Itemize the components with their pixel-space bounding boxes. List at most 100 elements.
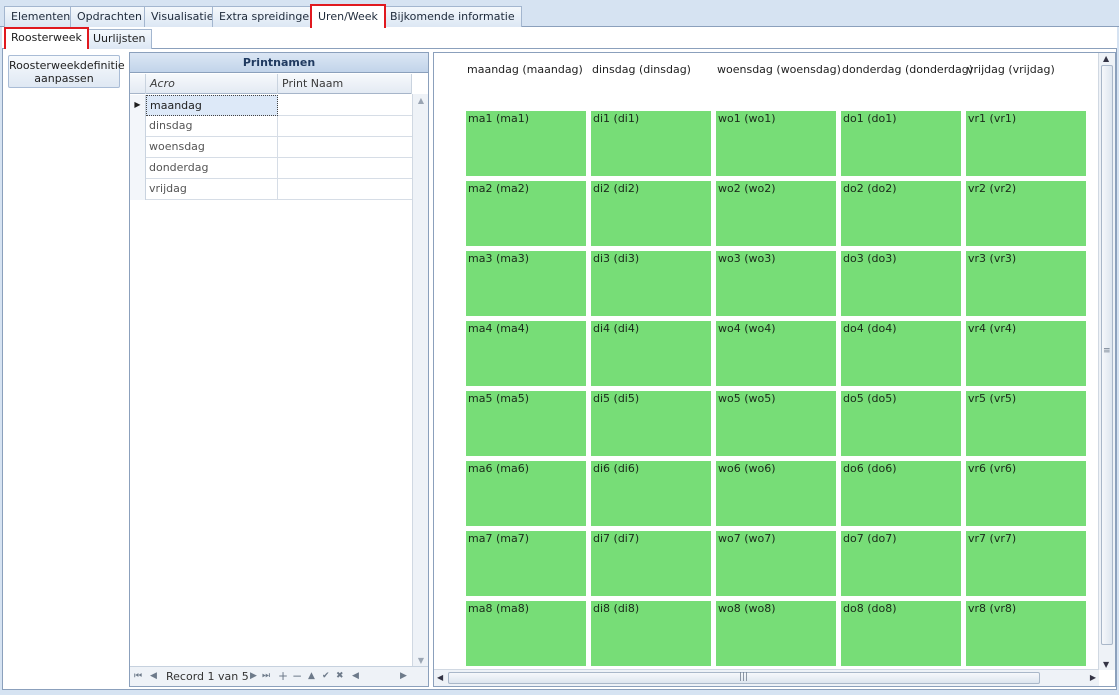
schedule-slot[interactable]: wo1 (wo1) [716, 111, 836, 176]
tab-visualisatie[interactable]: Visualisatie [144, 6, 221, 27]
schedule-slot[interactable]: ma6 (ma6) [466, 461, 586, 526]
grid-header: Acro Print Naam [130, 74, 412, 94]
day-header-vrijdag: vrijdag (vrijdag) [967, 63, 1055, 76]
schedule-slot[interactable]: vr3 (vr3) [966, 251, 1086, 316]
day-header-woensdag: woensdag (woensdag) [717, 63, 841, 76]
scroll-left-icon[interactable]: ◀ [437, 673, 443, 682]
schedule-slot[interactable]: wo4 (wo4) [716, 321, 836, 386]
cell-print-naam[interactable] [278, 158, 412, 179]
schedule-slot[interactable]: vr2 (vr2) [966, 181, 1086, 246]
cell-print-naam[interactable] [278, 179, 412, 200]
table-row[interactable]: vrijdag [130, 179, 412, 200]
table-row[interactable]: dinsdag [130, 116, 412, 137]
cell-print-naam[interactable] [278, 137, 412, 158]
table-row[interactable]: woensdag [130, 137, 412, 158]
tab-uurlijsten[interactable]: Uurlijsten [87, 29, 152, 49]
day-header-dinsdag: dinsdag (dinsdag) [592, 63, 691, 76]
scroll-right-icon[interactable]: ▶ [400, 667, 407, 686]
schedule-slot[interactable]: vr5 (vr5) [966, 391, 1086, 456]
save-record-icon[interactable]: ✔ [322, 667, 330, 686]
schedule-slot[interactable]: wo8 (wo8) [716, 601, 836, 666]
schedule-slot[interactable]: ma4 (ma4) [466, 321, 586, 386]
schedule-slot[interactable]: di5 (di5) [591, 391, 711, 456]
schedule-slot[interactable]: wo3 (wo3) [716, 251, 836, 316]
schedule-horizontal-scrollbar[interactable]: ◀ ||| ▶ [434, 669, 1099, 686]
schedule-slot[interactable]: wo2 (wo2) [716, 181, 836, 246]
schedule-slot[interactable]: di3 (di3) [591, 251, 711, 316]
cell-print-naam[interactable] [278, 116, 412, 137]
main-tab-bar: Elementen Opdrachten Visualisatie Extra … [0, 0, 1119, 28]
schedule-slot[interactable]: vr1 (vr1) [966, 111, 1086, 176]
scroll-left-icon[interactable]: ◀ [352, 667, 359, 686]
scroll-down-icon[interactable]: ▼ [1103, 660, 1109, 669]
last-record-icon[interactable]: ⏭ [262, 667, 270, 686]
cell-acro[interactable]: donderdag [146, 158, 278, 179]
row-indicator [130, 116, 146, 137]
day-header-maandag: maandag (maandag) [467, 63, 583, 76]
schedule-slot[interactable]: do5 (do5) [841, 391, 961, 456]
tab-extra-spreidingen[interactable]: Extra spreidingen [212, 6, 324, 27]
column-header-acro[interactable]: Acro [146, 74, 278, 94]
tab-bijkomende-informatie[interactable]: Bijkomende informatie [383, 6, 522, 27]
cell-print-naam[interactable] [278, 95, 412, 116]
schedule-slot[interactable]: vr8 (vr8) [966, 601, 1086, 666]
delete-record-icon[interactable]: − [292, 667, 302, 686]
schedule-slot[interactable]: di4 (di4) [591, 321, 711, 386]
cell-acro[interactable]: dinsdag [146, 116, 278, 137]
schedule-slot[interactable]: di2 (di2) [591, 181, 711, 246]
grid-vertical-scrollbar[interactable]: ▲ ▼ [412, 94, 428, 668]
edit-roosterweek-definition-button[interactable]: Roosterweekdefinitie aanpassen [8, 55, 125, 88]
cancel-edit-icon[interactable]: ✖ [336, 667, 344, 686]
row-indicator [130, 158, 146, 179]
schedule-slot[interactable]: do3 (do3) [841, 251, 961, 316]
scroll-right-icon[interactable]: ▶ [1090, 673, 1096, 682]
horizontal-scroll-thumb[interactable]: ||| [448, 672, 1040, 684]
tab-roosterweek[interactable]: Roosterweek [4, 27, 89, 49]
cell-acro[interactable]: maandag [146, 95, 278, 116]
table-row[interactable]: ▶ maandag [130, 95, 412, 116]
schedule-slot[interactable]: wo5 (wo5) [716, 391, 836, 456]
schedule-slot[interactable]: do8 (do8) [841, 601, 961, 666]
schedule-slot[interactable]: di8 (di8) [591, 601, 711, 666]
schedule-slot[interactable]: ma1 (ma1) [466, 111, 586, 176]
schedule-slot[interactable]: do2 (do2) [841, 181, 961, 246]
schedule-slot[interactable]: ma5 (ma5) [466, 391, 586, 456]
schedule-slot[interactable]: ma7 (ma7) [466, 531, 586, 596]
sub-tab-bar: Roosterweek Uurlijsten [2, 27, 1117, 49]
schedule-slot[interactable]: do7 (do7) [841, 531, 961, 596]
tab-uren-week[interactable]: Uren/Week [310, 4, 386, 28]
schedule-slot[interactable]: do6 (do6) [841, 461, 961, 526]
schedule-slot[interactable]: vr4 (vr4) [966, 321, 1086, 386]
tab-opdrachten[interactable]: Opdrachten [70, 6, 149, 27]
record-navigator: ⏮ ◀ Record 1 van 5 ▶ ⏭ + − ▲ ✔ ✖ ◀ ▶ [130, 666, 428, 686]
schedule-slot[interactable]: di7 (di7) [591, 531, 711, 596]
schedule-slot[interactable]: vr7 (vr7) [966, 531, 1086, 596]
schedule-slot[interactable]: do4 (do4) [841, 321, 961, 386]
add-record-icon[interactable]: + [278, 667, 288, 686]
schedule-slot[interactable]: vr6 (vr6) [966, 461, 1086, 526]
schedule-slot[interactable]: do1 (do1) [841, 111, 961, 176]
cell-acro[interactable]: vrijdag [146, 179, 278, 200]
printnamen-grid: Printnamen Acro Print Naam ▶ maandag din… [129, 52, 429, 687]
schedule-slot[interactable]: wo7 (wo7) [716, 531, 836, 596]
scroll-up-icon[interactable]: ▲ [413, 94, 429, 108]
schedule-slot[interactable]: ma8 (ma8) [466, 601, 586, 666]
edit-record-icon[interactable]: ▲ [308, 667, 315, 686]
tab-content: Roosterweekdefinitie aanpassen Printname… [2, 49, 1117, 690]
next-record-icon[interactable]: ▶ [250, 667, 257, 686]
first-record-icon[interactable]: ⏮ [134, 667, 142, 686]
previous-record-icon[interactable]: ◀ [150, 667, 157, 686]
schedule-vertical-scrollbar[interactable]: ▲ ≡ ▼ [1098, 53, 1115, 670]
schedule-slot[interactable]: di6 (di6) [591, 461, 711, 526]
vertical-scroll-thumb[interactable]: ≡ [1101, 65, 1113, 645]
cell-acro[interactable]: woensdag [146, 137, 278, 158]
schedule-slot[interactable]: wo6 (wo6) [716, 461, 836, 526]
column-header-print-naam[interactable]: Print Naam [278, 74, 412, 94]
table-row[interactable]: donderdag [130, 158, 412, 179]
schedule-slot[interactable]: di1 (di1) [591, 111, 711, 176]
schedule-slot[interactable]: ma3 (ma3) [466, 251, 586, 316]
scroll-up-icon[interactable]: ▲ [1103, 54, 1109, 63]
schedule-slot[interactable]: ma2 (ma2) [466, 181, 586, 246]
tab-elementen[interactable]: Elementen [4, 6, 78, 27]
grip-icon: ||| [739, 672, 749, 682]
